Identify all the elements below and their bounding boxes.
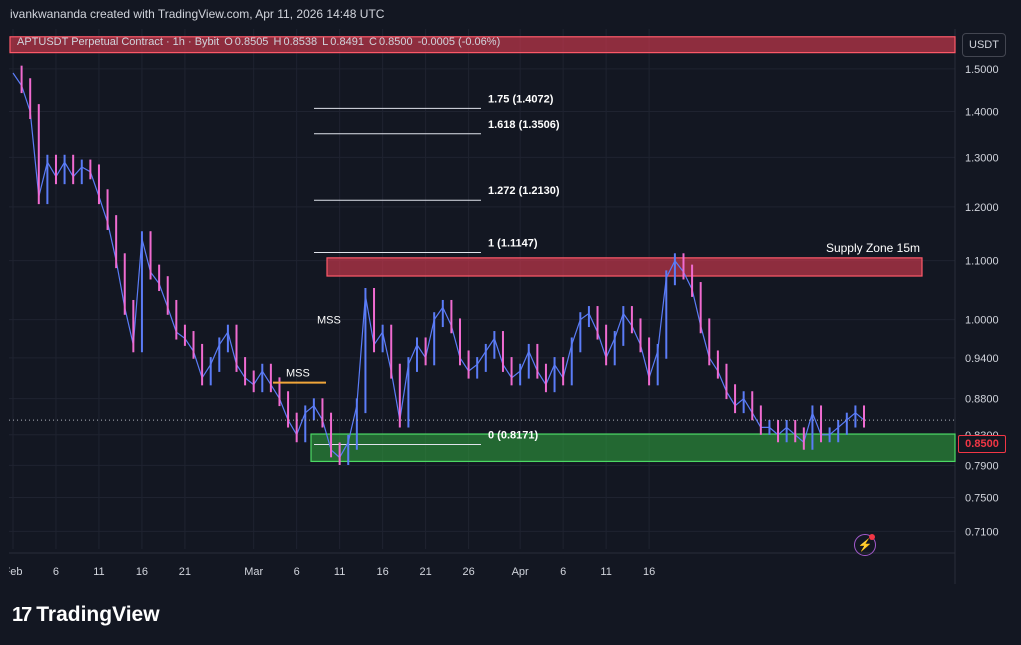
- x-tick-label: 11: [93, 566, 104, 578]
- x-tick-label: Feb: [9, 566, 22, 578]
- y-tick-label: 0.9400: [965, 353, 999, 365]
- fib-level-label: 0 (0.8171): [488, 429, 538, 441]
- fib-level-label: 1.75 (1.4072): [488, 93, 554, 105]
- x-tick-label: 16: [643, 566, 655, 578]
- currency-unit-button[interactable]: USDT: [962, 33, 1006, 57]
- x-tick-label: 16: [136, 566, 148, 578]
- chart-area[interactable]: Supply Zone 15m 1.75 (1.4072) 1.618 (1.350…: [9, 29, 1012, 584]
- y-tick-label: 1.4000: [965, 107, 999, 119]
- current-price-tag: 0.8500: [958, 435, 1006, 453]
- price-chart[interactable]: Supply Zone 15m 1.75 (1.4072) 1.618 (1.350…: [9, 29, 1012, 584]
- y-tick-label: 1.3000: [965, 152, 999, 164]
- tradingview-logo-icon: 17: [12, 603, 32, 626]
- high-value: 0.8538: [283, 36, 318, 48]
- tradingview-brand: TradingView: [36, 603, 160, 626]
- change-value: -0.0005 (-0.06%): [417, 36, 501, 48]
- x-tick-label: 11: [334, 566, 345, 578]
- y-tick-label: 0.7500: [965, 492, 999, 504]
- symbol-info: APTUSDT Perpetual Contract · 1h · Bybit …: [17, 36, 502, 48]
- x-tick-label: 21: [179, 566, 191, 578]
- demand-zone: [310, 433, 956, 463]
- symbol-name: APTUSDT Perpetual Contract · 1h · Bybit: [17, 36, 220, 48]
- y-tick-label: 1.5000: [965, 64, 999, 76]
- notification-dot: [869, 534, 875, 540]
- fib-level-label: 1 (1.1147): [488, 237, 538, 249]
- x-tick-label: 6: [53, 566, 59, 578]
- x-tick-label: 6: [294, 566, 300, 578]
- x-tick-label: 16: [377, 566, 389, 578]
- low-value: 0.8491: [330, 36, 364, 48]
- x-tick-label: 11: [600, 566, 611, 578]
- x-tick-label: Mar: [244, 566, 263, 578]
- mss-label: MSS: [286, 368, 310, 380]
- y-tick-label: 1.1000: [965, 256, 999, 268]
- low-label: L: [322, 36, 329, 48]
- y-tick-label: 1.0000: [965, 315, 999, 327]
- y-tick-label: 0.7100: [965, 526, 999, 538]
- x-tick-label: 6: [560, 566, 566, 578]
- x-tick-label: Apr: [512, 566, 529, 578]
- mss-label: MSS: [317, 315, 341, 327]
- tradingview-logo[interactable]: 17 TradingView: [12, 603, 160, 627]
- zone-label: Supply Zone 15m: [826, 241, 920, 255]
- attribution-text: ivankwananda created with TradingView.co…: [10, 7, 385, 21]
- high-label: H: [273, 36, 282, 48]
- fib-level-label: 1.618 (1.3506): [488, 119, 560, 131]
- close-label: C: [369, 36, 377, 48]
- x-tick-label: 21: [419, 566, 431, 578]
- fib-level-label: 1.272 (1.2130): [488, 185, 560, 197]
- y-tick-label: 1.2000: [965, 202, 999, 214]
- supply-zone: [326, 257, 923, 277]
- open-label: O: [224, 36, 233, 48]
- y-tick-label: 0.8800: [965, 394, 999, 406]
- x-tick-label: 26: [462, 566, 474, 578]
- open-value: 0.8505: [234, 36, 269, 48]
- close-value: 0.8500: [378, 36, 413, 48]
- y-tick-label: 0.7900: [965, 460, 999, 472]
